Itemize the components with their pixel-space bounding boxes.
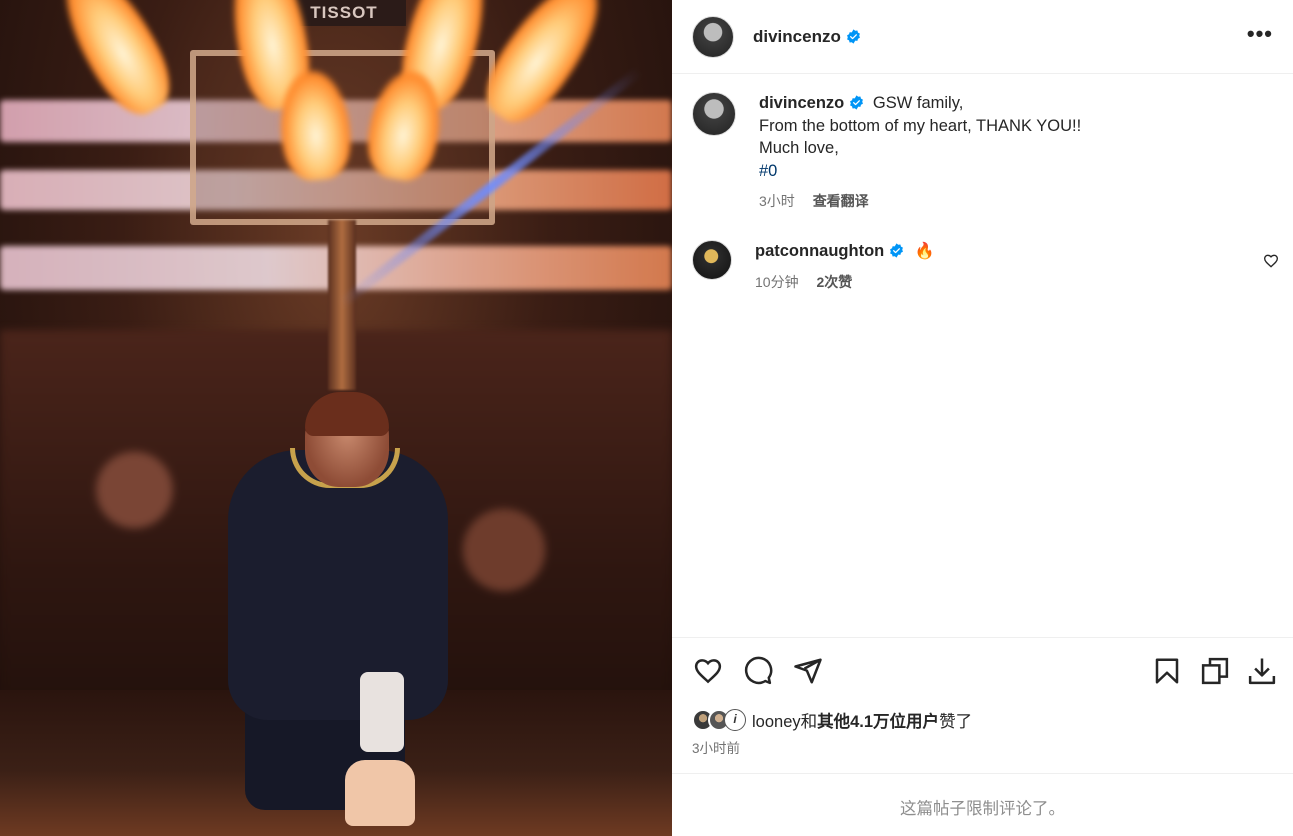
comment-button[interactable] — [743, 656, 773, 686]
verified-badge-icon — [890, 243, 904, 258]
verified-badge-icon — [846, 29, 860, 44]
download-button[interactable] — [1247, 656, 1277, 686]
see-translation-link[interactable]: 查看翻译 — [813, 193, 869, 209]
post-detail-pane: divincenzo ••• divincenzo GSW family, Fr… — [672, 0, 1293, 836]
author-avatar[interactable] — [692, 15, 734, 58]
comments-limited-notice: 这篇帖子限制评论了。 — [672, 773, 1293, 836]
liked-by-connector: 和 — [800, 713, 818, 731]
author-username[interactable]: divincenzo — [753, 27, 841, 47]
comment-time[interactable]: 10分钟 — [755, 274, 799, 290]
player-shoe — [345, 760, 415, 826]
post-timestamp[interactable]: 3小时前 — [692, 737, 740, 757]
copy-icon — [1201, 657, 1229, 685]
save-button[interactable] — [1152, 656, 1182, 686]
heart-icon — [694, 659, 722, 684]
player-sock — [360, 672, 404, 752]
post-actions-bar — [672, 637, 1293, 701]
comment-likes[interactable]: 2次赞 — [816, 274, 852, 290]
liker-avatar: i — [724, 709, 746, 731]
caption-author-avatar[interactable] — [692, 92, 736, 136]
verified-badge-icon — [850, 95, 864, 110]
liked-by-row[interactable]: i looney和其他4.1万位用户赞了 — [692, 708, 972, 732]
copy-button[interactable] — [1200, 656, 1230, 686]
comment-like-heart-icon[interactable] — [1263, 253, 1279, 269]
comment-text: 🔥 — [914, 243, 935, 260]
caption-line-3: Much love, — [759, 139, 839, 157]
comment-icon — [744, 656, 773, 685]
liked-by-suffix: 赞了 — [939, 713, 973, 731]
post-header: divincenzo ••• — [672, 0, 1293, 74]
liked-by-user[interactable]: looney — [752, 713, 801, 731]
commenter-username[interactable]: patconnaughton — [755, 242, 884, 260]
send-icon — [794, 658, 822, 684]
player-jacket — [228, 450, 448, 720]
post-caption: divincenzo GSW family, From the bottom o… — [692, 92, 1272, 213]
post-photo[interactable]: TISSOT — [0, 0, 672, 836]
caption-line-2: From the bottom of my heart, THANK YOU!! — [759, 116, 1082, 135]
download-icon — [1248, 658, 1276, 685]
commenter-avatar[interactable] — [692, 240, 732, 280]
comment-item: patconnaughton 🔥 10分钟 2次赞 — [692, 240, 1282, 293]
share-button[interactable] — [793, 656, 823, 686]
more-options-icon[interactable]: ••• — [1247, 23, 1273, 45]
liked-by-others[interactable]: 其他4.1万位用户 — [817, 713, 939, 731]
bookmark-icon — [1155, 658, 1179, 684]
caption-hashtag[interactable]: #0 — [759, 160, 1081, 183]
caption-author-username[interactable]: divincenzo — [759, 94, 844, 112]
caption-time[interactable]: 3小时 — [759, 193, 795, 209]
caption-line-1: GSW family, — [872, 94, 964, 112]
like-button[interactable] — [693, 656, 723, 686]
